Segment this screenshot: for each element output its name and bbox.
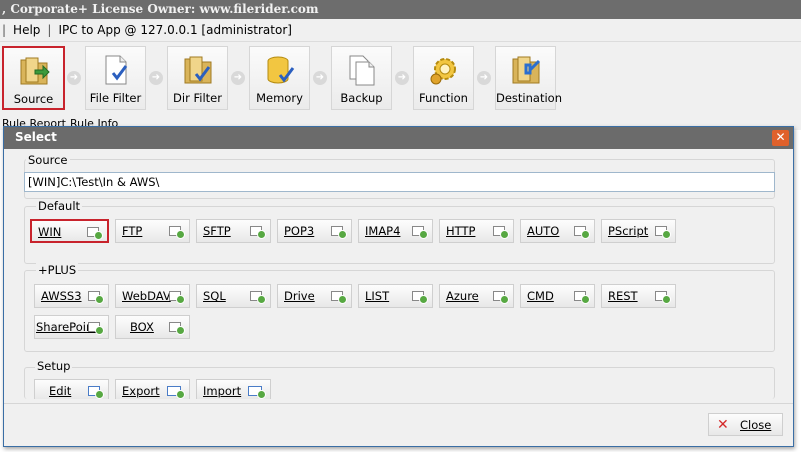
plus-group-label: +PLUS bbox=[36, 263, 79, 277]
source-box-button[interactable]: BOX bbox=[115, 315, 190, 339]
add-icon bbox=[250, 226, 266, 239]
chevron-right-icon: ➜ bbox=[395, 71, 409, 85]
toolbar-dir-filter-button[interactable]: Dir Filter bbox=[167, 46, 228, 110]
dialog-title: Select bbox=[15, 130, 57, 144]
source-http-button[interactable]: HTTP bbox=[439, 219, 514, 243]
toolbar-file-filter-button[interactable]: File Filter bbox=[85, 46, 146, 110]
toolbar-memory-button[interactable]: Memory bbox=[249, 46, 310, 110]
add-icon bbox=[88, 291, 104, 304]
edit-icon bbox=[88, 386, 104, 399]
add-icon bbox=[655, 291, 671, 304]
source-drive-button[interactable]: Drive bbox=[277, 284, 352, 308]
plus-group bbox=[24, 270, 775, 352]
source-sql-button[interactable]: SQL bbox=[196, 284, 271, 308]
setup-import-button[interactable]: Import bbox=[196, 379, 271, 399]
close-x-icon: ✕ bbox=[717, 417, 729, 433]
folder-arrow-in-icon bbox=[509, 53, 543, 87]
setup-group-label: Setup bbox=[35, 359, 73, 373]
add-icon bbox=[574, 226, 590, 239]
source-awss3-button[interactable]: AWSS3 bbox=[34, 284, 109, 308]
source-azure-button[interactable]: Azure bbox=[439, 284, 514, 308]
gear-icon bbox=[427, 53, 461, 87]
source-win-button[interactable]: WIN bbox=[30, 219, 109, 243]
source-path-input[interactable]: [WIN]C:\Test\In & AWS\ bbox=[24, 172, 775, 192]
source-sftp-button[interactable]: SFTP bbox=[196, 219, 271, 243]
folder-arrow-icon bbox=[17, 54, 51, 88]
source-list-button[interactable]: LIST bbox=[358, 284, 433, 308]
source-sharepoint-button[interactable]: SharePoint bbox=[34, 315, 109, 339]
source-pop3-button[interactable]: POP3 bbox=[277, 219, 352, 243]
chevron-right-icon: ➜ bbox=[231, 71, 245, 85]
source-group-label: Source bbox=[26, 153, 70, 167]
add-icon bbox=[331, 291, 347, 304]
toolbar-function-label: Function bbox=[419, 91, 468, 105]
toolbar-destination-button[interactable]: Destination bbox=[495, 46, 562, 110]
database-check-icon bbox=[263, 53, 297, 87]
chevron-right-icon: ➜ bbox=[149, 71, 163, 85]
toolbar-destination-label: Destination bbox=[496, 91, 562, 105]
export-icon bbox=[167, 386, 185, 399]
toolbar-backup-button[interactable]: Backup bbox=[331, 46, 392, 110]
source-webdav-button[interactable]: WebDAV bbox=[115, 284, 190, 308]
folder-check-icon bbox=[181, 53, 215, 87]
toolbar-dir-filter-label: Dir Filter bbox=[173, 91, 222, 105]
add-icon bbox=[169, 291, 185, 304]
source-imap4-button[interactable]: IMAP4 bbox=[358, 219, 433, 243]
source-rest-button[interactable]: REST bbox=[601, 284, 676, 308]
window-title-bar: , Corporate+ License Owner: www.fileride… bbox=[0, 0, 801, 19]
chevron-right-icon: ➜ bbox=[477, 71, 491, 85]
default-group-label: Default bbox=[36, 199, 83, 213]
add-icon bbox=[169, 322, 185, 335]
toolbar-backup-label: Backup bbox=[340, 91, 383, 105]
dialog-divider bbox=[4, 403, 793, 404]
setup-edit-button[interactable]: Edit bbox=[34, 379, 109, 399]
copy-icon bbox=[345, 53, 379, 87]
add-icon bbox=[412, 226, 428, 239]
main-toolbar: Source ➜ File Filter ➜ Dir Filter ➜ Memo… bbox=[0, 42, 801, 118]
toolbar-memory-label: Memory bbox=[256, 91, 303, 105]
toolbar-source-label: Source bbox=[13, 92, 54, 106]
select-dialog: Select ✕ Source [WIN]C:\Test\In & AWS\ D… bbox=[3, 126, 794, 447]
add-icon bbox=[87, 227, 103, 240]
ipc-status: IPC to App @ 127.0.0.1 [administrator] bbox=[58, 23, 292, 37]
source-cmd-button[interactable]: CMD bbox=[520, 284, 595, 308]
source-ftp-button[interactable]: FTP bbox=[115, 219, 190, 243]
toolbar-source-button[interactable]: Source bbox=[2, 46, 65, 110]
add-icon bbox=[88, 322, 104, 335]
add-icon bbox=[412, 291, 428, 304]
menu-help[interactable]: Help bbox=[13, 19, 40, 42]
toolbar-file-filter-label: File Filter bbox=[89, 91, 142, 105]
toolbar-function-button[interactable]: Function bbox=[413, 46, 474, 110]
add-icon bbox=[493, 226, 509, 239]
add-icon bbox=[169, 226, 185, 239]
close-button[interactable]: ✕ Close bbox=[708, 413, 783, 436]
menu-bar: | Help | IPC to App @ 127.0.0.1 [administra… bbox=[0, 19, 801, 42]
import-icon bbox=[248, 386, 266, 399]
chevron-right-icon: ➜ bbox=[67, 71, 81, 85]
source-pscript-button[interactable]: PScript bbox=[601, 219, 676, 243]
window-title: , Corporate+ License Owner: www.fileride… bbox=[2, 2, 319, 16]
chevron-right-icon: ➜ bbox=[313, 71, 327, 85]
setup-export-button[interactable]: Export bbox=[115, 379, 190, 399]
dialog-title-bar: Select ✕ bbox=[4, 127, 793, 149]
add-icon bbox=[574, 291, 590, 304]
add-icon bbox=[655, 226, 671, 239]
add-icon bbox=[250, 291, 266, 304]
source-auto-button[interactable]: AUTO bbox=[520, 219, 595, 243]
close-icon[interactable]: ✕ bbox=[772, 130, 789, 146]
add-icon bbox=[493, 291, 509, 304]
add-icon bbox=[331, 226, 347, 239]
file-check-icon bbox=[99, 53, 133, 87]
